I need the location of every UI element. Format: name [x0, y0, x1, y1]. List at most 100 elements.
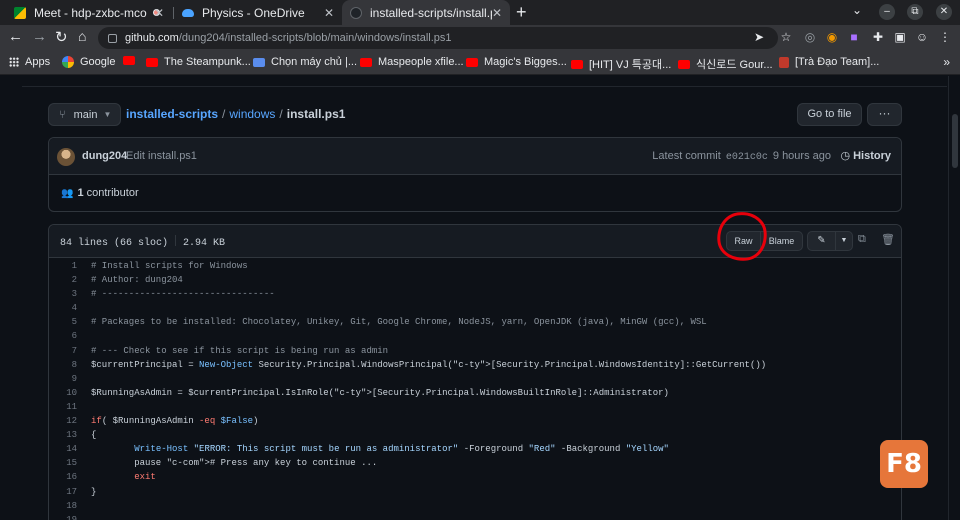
line-number[interactable]: 12 [49, 414, 77, 428]
youtube-icon [678, 59, 690, 69]
bookmark-steampunk[interactable]: The Steampunk... [146, 56, 251, 68]
bookmark-vj[interactable]: [HIT] VJ 특공대... [571, 56, 671, 72]
bookmark-star-icon[interactable]: ☆ [779, 30, 793, 44]
extension-icon[interactable]: ◎ [803, 30, 817, 44]
line-number[interactable]: 15 [49, 456, 77, 470]
tab-meet[interactable]: Meet - hdp-zxbc-mco ✕ [6, 0, 172, 25]
bookmark-maspeople[interactable]: Maspeople xfile... [360, 56, 464, 68]
share-icon[interactable]: ➤ [752, 30, 766, 44]
bookmark-magic[interactable]: Magic's Bigges... [466, 56, 567, 68]
bookmark-youtube[interactable] [123, 56, 141, 65]
f8-badge[interactable]: F8 [880, 440, 928, 488]
file-size: 2.94 KB [183, 238, 226, 249]
close-tab-icon[interactable]: ✕ [492, 6, 502, 20]
restore-button[interactable]: ⧉ [907, 4, 923, 20]
line-number[interactable]: 17 [49, 485, 77, 499]
minimize-button[interactable]: – [879, 4, 895, 20]
reload-icon[interactable]: ↻ [55, 28, 68, 46]
code-text: { [91, 430, 97, 441]
scrollbar[interactable] [948, 76, 960, 520]
history-link[interactable]: ◷ History [840, 149, 891, 162]
avatar[interactable] [57, 148, 75, 166]
code-line: 16 exit [49, 470, 901, 484]
code-line: 11 [49, 400, 901, 414]
sidebar-icon[interactable]: ▣ [893, 30, 907, 44]
home-icon[interactable]: ⌂ [78, 28, 86, 44]
commit-message-link[interactable]: Edit install.ps1 [126, 150, 197, 162]
blame-button[interactable]: Blame [760, 231, 803, 251]
commit-sha-link[interactable]: e021c0c [726, 152, 768, 163]
twitch-extension-icon[interactable]: ■ [847, 30, 861, 44]
rss-icon[interactable]: ◉ [825, 30, 839, 44]
tab-github[interactable]: installed-scripts/install.ps1 ✕ [342, 0, 510, 25]
edit-menu-chevron-icon[interactable]: ▼ [835, 231, 853, 251]
line-number[interactable]: 3 [49, 287, 77, 301]
code-line: 12 if( $RunningAsAdmin -eq $False) [49, 414, 901, 428]
bookmarks-overflow-button[interactable]: » [943, 55, 950, 69]
more-options-button[interactable]: ··· [867, 103, 902, 126]
new-tab-button[interactable]: + [516, 2, 527, 23]
line-number[interactable]: 5 [49, 315, 77, 329]
bookmark-google[interactable]: Google [62, 56, 115, 68]
line-number[interactable]: 19 [49, 513, 77, 520]
line-number[interactable]: 2 [49, 273, 77, 287]
line-number[interactable]: 4 [49, 301, 77, 315]
breadcrumb-repo-link[interactable]: installed-scripts [126, 107, 218, 121]
line-number[interactable]: 14 [49, 442, 77, 456]
extensions-puzzle-icon[interactable]: ✚ [871, 30, 885, 44]
edit-pencil-icon[interactable]: ✎ [807, 231, 836, 251]
contributor-label: contributor [86, 187, 139, 199]
copy-icon[interactable]: ⧉ [858, 233, 866, 246]
youtube-icon [360, 57, 372, 67]
line-number[interactable]: 13 [49, 428, 77, 442]
line-number[interactable]: 10 [49, 386, 77, 400]
tab-onedrive[interactable]: Physics - OneDrive ✕ [174, 0, 342, 25]
onedrive-icon [182, 8, 194, 17]
latest-commit-label: Latest commit [652, 150, 721, 162]
bookmark-label: Google [80, 56, 116, 68]
back-icon[interactable]: ← [8, 28, 23, 45]
line-number[interactable]: 18 [49, 499, 77, 513]
tab-search-icon[interactable]: ⌄ [852, 3, 862, 17]
code-line: 3 # -------------------------------- [49, 287, 901, 301]
line-number[interactable]: 11 [49, 400, 77, 414]
raw-button[interactable]: Raw [726, 231, 761, 251]
contributors-link[interactable]: 👥 1 contributor [61, 187, 139, 199]
bookmark-apps[interactable]: Apps [9, 56, 50, 68]
code-text: # Packages to be installed: Chocolatey, … [91, 317, 707, 328]
people-icon: 👥 [61, 188, 74, 199]
forward-icon[interactable]: → [32, 28, 47, 45]
close-tab-icon[interactable]: ✕ [154, 6, 164, 20]
bookmark-label: Magic's Bigges... [484, 56, 567, 68]
commit-author-link[interactable]: dung204 [82, 150, 127, 162]
line-number[interactable]: 9 [49, 372, 77, 386]
line-number[interactable]: 8 [49, 358, 77, 372]
branch-select-button[interactable]: ⑂ main ▼ [48, 103, 121, 126]
breadcrumb-file: install.ps1 [286, 107, 346, 121]
github-icon [350, 6, 362, 19]
address-bar[interactable]: github.com/dung204/installed-scripts/blo… [98, 27, 778, 49]
bookmark-server[interactable]: Chọn máy chủ |... [253, 56, 357, 68]
line-number[interactable]: 16 [49, 470, 77, 484]
close-window-button[interactable]: ✕ [936, 4, 952, 20]
code-text: $RunningAsAdmin = $currentPrincipal.IsIn… [91, 387, 669, 398]
code-text: # Author: dung204 [91, 275, 183, 286]
breadcrumb-folder-link[interactable]: windows [229, 107, 275, 121]
bookmark-label: [Trà Đạo Team]... [795, 56, 880, 68]
trash-icon[interactable]: 🗑 [881, 233, 895, 246]
youtube-icon [123, 56, 135, 65]
line-number[interactable]: 1 [49, 259, 77, 273]
go-to-file-button[interactable]: Go to file [797, 103, 862, 126]
bookmark-gourmet[interactable]: 식신로드 Gour... [678, 56, 773, 72]
bookmark-tradao[interactable]: [Trà Đạo Team]... [779, 56, 879, 68]
browser-toolbar: ← → ↻ ⌂ github.com/dung204/installed-scr… [0, 25, 960, 51]
line-number[interactable]: 6 [49, 329, 77, 343]
bookmark-label: Apps [25, 56, 51, 68]
code-line: 4 [49, 301, 901, 315]
scrollbar-thumb[interactable] [952, 114, 958, 168]
profile-icon[interactable]: ☺ [915, 30, 929, 44]
line-number[interactable]: 7 [49, 344, 77, 358]
close-tab-icon[interactable]: ✕ [324, 6, 334, 20]
menu-icon[interactable]: ⋮ [938, 30, 952, 44]
